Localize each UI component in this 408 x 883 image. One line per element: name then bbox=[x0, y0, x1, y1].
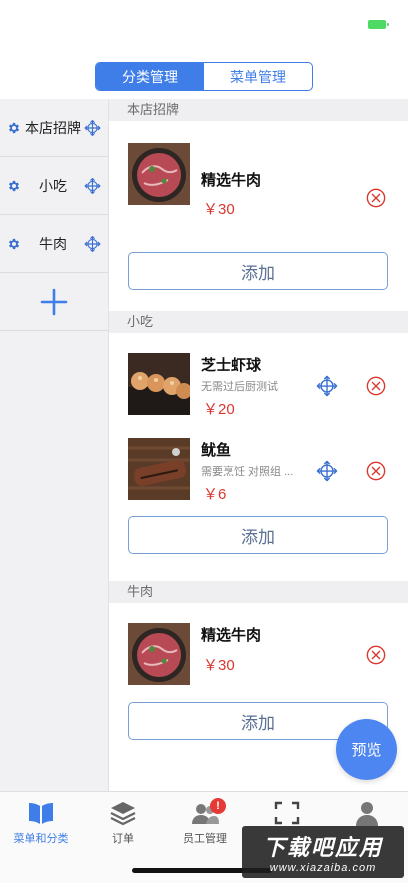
delete-icon[interactable] bbox=[366, 461, 386, 481]
add-category-button[interactable] bbox=[0, 273, 108, 331]
dish-name: 鱿鱼 bbox=[201, 442, 232, 459]
tab-label: 员工管理 bbox=[183, 833, 227, 845]
battery-icon bbox=[368, 20, 389, 29]
tab-label: 订单 bbox=[112, 833, 134, 845]
plus-icon bbox=[40, 288, 68, 315]
move-icon[interactable] bbox=[84, 177, 101, 194]
tab-menu-and-categories[interactable]: 菜单和分类 bbox=[0, 800, 82, 846]
preview-button[interactable]: 预览 bbox=[336, 719, 397, 780]
delete-icon[interactable] bbox=[366, 376, 386, 396]
dish-name: 精选牛肉 bbox=[201, 172, 262, 189]
dish-price: ￥20 bbox=[203, 401, 235, 418]
tab-staff-management[interactable]: ! 员工管理 bbox=[164, 798, 246, 846]
gear-icon[interactable] bbox=[7, 237, 21, 251]
dish-price: ￥30 bbox=[203, 657, 235, 674]
beef-image bbox=[128, 143, 190, 205]
watermark: 下载吧应用 www.xiazaiba.com bbox=[242, 826, 404, 878]
scan-icon bbox=[274, 801, 300, 825]
beef-image bbox=[128, 623, 190, 685]
tab-category-management[interactable]: 分类管理 bbox=[96, 63, 204, 90]
add-dish-button[interactable]: 添加 bbox=[128, 252, 388, 290]
section-header: 牛肉 bbox=[109, 581, 408, 603]
section-footer: 添加 bbox=[109, 503, 408, 578]
section-header: 小吃 bbox=[109, 311, 408, 333]
sidebar-item-beef[interactable]: 牛肉 bbox=[0, 215, 108, 273]
segmented-control: 分类管理 菜单管理 bbox=[95, 62, 313, 91]
book-icon bbox=[29, 803, 53, 824]
delete-icon[interactable] bbox=[366, 645, 386, 665]
dish-price: ￥6 bbox=[203, 486, 227, 503]
dish-description: 无需过后厨测试 bbox=[201, 381, 278, 393]
sidebar-item-label: 本店招牌 bbox=[25, 119, 81, 136]
section-footer: 添加 bbox=[109, 223, 408, 298]
delete-icon[interactable] bbox=[366, 188, 386, 208]
category-sidebar: 本店招牌 小吃 牛肉 bbox=[0, 99, 109, 791]
dish-list[interactable]: 本店招牌 精选牛肉 ￥30 添加 小吃 芝士虾球 无需过后厨测试 ￥20 鱿鱼 … bbox=[109, 99, 408, 791]
gear-icon[interactable] bbox=[7, 121, 21, 135]
sidebar-item-signature[interactable]: 本店招牌 bbox=[0, 99, 108, 157]
dish-price: ￥30 bbox=[203, 201, 235, 218]
sidebar-item-snacks[interactable]: 小吃 bbox=[0, 157, 108, 215]
squid-image bbox=[128, 438, 190, 500]
person-icon bbox=[356, 802, 378, 826]
tab-label: 菜单和分类 bbox=[13, 833, 69, 845]
sidebar-item-label: 牛肉 bbox=[39, 235, 67, 252]
section-header: 本店招牌 bbox=[109, 99, 408, 121]
layers-icon bbox=[110, 802, 136, 826]
tab-orders[interactable]: 订单 bbox=[82, 800, 164, 846]
status-bar bbox=[0, 0, 408, 50]
move-icon[interactable] bbox=[84, 119, 101, 136]
gear-icon[interactable] bbox=[7, 179, 21, 193]
list-item[interactable]: 芝士虾球 无需过后厨测试 ￥20 bbox=[109, 333, 408, 418]
list-item[interactable]: 精选牛肉 ￥30 bbox=[109, 603, 408, 702]
dish-name: 芝士虾球 bbox=[201, 357, 262, 374]
sidebar-item-label: 小吃 bbox=[39, 177, 67, 194]
shrimp-balls-image bbox=[128, 353, 190, 415]
dish-name: 精选牛肉 bbox=[201, 627, 262, 644]
list-item[interactable]: 精选牛肉 ￥30 bbox=[109, 121, 408, 223]
add-dish-button[interactable]: 添加 bbox=[128, 516, 388, 554]
tab-menu-management[interactable]: 菜单管理 bbox=[204, 63, 312, 90]
move-icon[interactable] bbox=[316, 460, 338, 482]
list-item[interactable]: 鱿鱼 需要烹饪 对照组 ... ￥6 bbox=[109, 418, 408, 503]
notification-badge: ! bbox=[210, 798, 226, 814]
watermark-url: www.xiazaiba.com bbox=[269, 862, 377, 874]
move-icon[interactable] bbox=[316, 375, 338, 397]
dish-description: 需要烹饪 对照组 ... bbox=[201, 466, 294, 478]
watermark-text: 下载吧应用 bbox=[262, 835, 383, 860]
move-icon[interactable] bbox=[84, 235, 101, 252]
